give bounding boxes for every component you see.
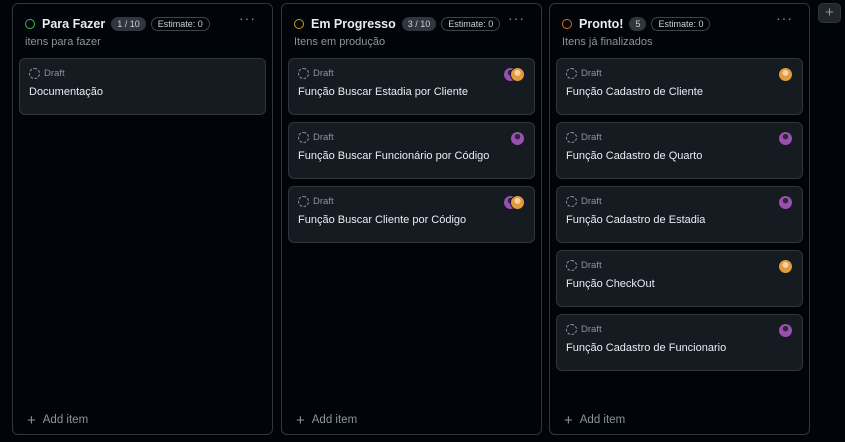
card-title[interactable]: Função Buscar Funcionário por Código [298,150,489,162]
count-badge: 3 / 10 [401,17,437,31]
column-description: Itens em produção [294,36,386,48]
column-more-button[interactable]: ··· [776,11,793,25]
column-title: Pronto! [579,17,624,31]
card-list: Draft Função Cadastro de Cliente Draft F… [556,58,803,378]
draft-label: Draft [313,196,334,207]
count-badge: 1 / 10 [111,17,146,31]
draft-icon [566,260,577,271]
column-description: Itens já finalizados [562,36,653,48]
avatar[interactable] [778,195,793,210]
draft-icon [566,196,577,207]
draft-status: Draft [298,132,334,143]
avatar[interactable] [778,67,793,82]
status-circle-icon [562,19,572,29]
card-title[interactable]: Função Cadastro de Cliente [566,86,703,98]
draft-label: Draft [581,68,602,79]
assignee-avatars [510,131,525,146]
status-circle-icon [294,19,304,29]
column-em-progresso: Em Progresso 3 / 10 Estimate: 0 ··· Iten… [281,3,542,435]
estimate-badge: Estimate: 0 [150,17,210,31]
add-item-button[interactable]: + Add item [564,411,626,429]
avatar[interactable] [510,195,525,210]
column-title: Em Progresso [311,17,396,31]
draft-icon [298,196,309,207]
column-para-fazer: Para Fazer 1 / 10 Estimate: 0 ··· itens … [12,3,273,435]
draft-status: Draft [566,260,602,271]
avatar[interactable] [778,323,793,338]
assignee-avatars [503,195,525,210]
column-more-button[interactable]: ··· [239,11,256,25]
column-header: Pronto! 5 Estimate: 0 [562,14,799,34]
item-card[interactable]: Draft Função Buscar Cliente por Código [288,186,535,243]
draft-status: Draft [566,324,602,335]
avatar[interactable] [778,131,793,146]
assignee-avatars [503,67,525,82]
add-item-button[interactable]: + Add item [27,411,89,429]
column-more-button[interactable]: ··· [508,11,525,25]
draft-status: Draft [566,132,602,143]
draft-status: Draft [29,68,65,79]
draft-icon [566,68,577,79]
avatar[interactable] [778,259,793,274]
card-list: Draft Função Buscar Estadia por Cliente … [288,58,535,250]
draft-label: Draft [581,196,602,207]
plus-icon: + [564,411,573,429]
item-card[interactable]: Draft Função CheckOut [556,250,803,307]
estimate-badge: Estimate: 0 [441,17,501,31]
card-list: Draft Documentação [19,58,266,122]
column-header: Em Progresso 3 / 10 Estimate: 0 [294,14,531,34]
assignee-avatars [778,67,793,82]
draft-icon [298,132,309,143]
card-title[interactable]: Função Buscar Cliente por Código [298,214,466,226]
card-title[interactable]: Função Cadastro de Estadia [566,214,705,226]
avatar[interactable] [510,131,525,146]
plus-icon: + [296,411,305,429]
item-card[interactable]: Draft Função Cadastro de Cliente [556,58,803,115]
draft-icon [566,132,577,143]
item-card[interactable]: Draft Função Cadastro de Funcionario [556,314,803,371]
draft-label: Draft [313,132,334,143]
avatar[interactable] [510,67,525,82]
assignee-avatars [778,323,793,338]
column-description: itens para fazer [25,36,101,48]
add-item-label: Add item [42,414,89,426]
draft-label: Draft [44,68,65,79]
draft-icon [298,68,309,79]
draft-label: Draft [581,132,602,143]
card-title[interactable]: Função CheckOut [566,278,655,290]
status-circle-icon [25,19,35,29]
item-card[interactable]: Draft Função Buscar Estadia por Cliente [288,58,535,115]
plus-icon: + [27,411,36,429]
card-title[interactable]: Função Cadastro de Funcionario [566,342,726,354]
card-title[interactable]: Documentação [29,86,103,98]
draft-icon [29,68,40,79]
assignee-avatars [778,195,793,210]
draft-status: Draft [566,196,602,207]
estimate-badge: Estimate: 0 [651,17,711,31]
draft-status: Draft [566,68,602,79]
add-item-label: Add item [311,414,358,426]
draft-icon [566,324,577,335]
item-card[interactable]: Draft Função Cadastro de Quarto [556,122,803,179]
add-item-label: Add item [579,414,626,426]
count-badge: 5 [629,17,647,31]
draft-status: Draft [298,68,334,79]
column-pronto: Pronto! 5 Estimate: 0 ··· Itens já final… [549,3,810,435]
card-title[interactable]: Função Cadastro de Quarto [566,150,702,162]
assignee-avatars [778,131,793,146]
column-title: Para Fazer [42,17,106,31]
item-card[interactable]: Draft Função Cadastro de Estadia [556,186,803,243]
item-card[interactable]: Draft Documentação [19,58,266,115]
draft-status: Draft [298,196,334,207]
draft-label: Draft [313,68,334,79]
project-board: Para Fazer 1 / 10 Estimate: 0 ··· itens … [0,0,845,442]
draft-label: Draft [581,260,602,271]
add-column-button[interactable]: + [818,3,841,23]
draft-label: Draft [581,324,602,335]
assignee-avatars [778,259,793,274]
add-item-button[interactable]: + Add item [296,411,358,429]
card-title[interactable]: Função Buscar Estadia por Cliente [298,86,468,98]
item-card[interactable]: Draft Função Buscar Funcionário por Códi… [288,122,535,179]
column-header: Para Fazer 1 / 10 Estimate: 0 [25,14,262,34]
